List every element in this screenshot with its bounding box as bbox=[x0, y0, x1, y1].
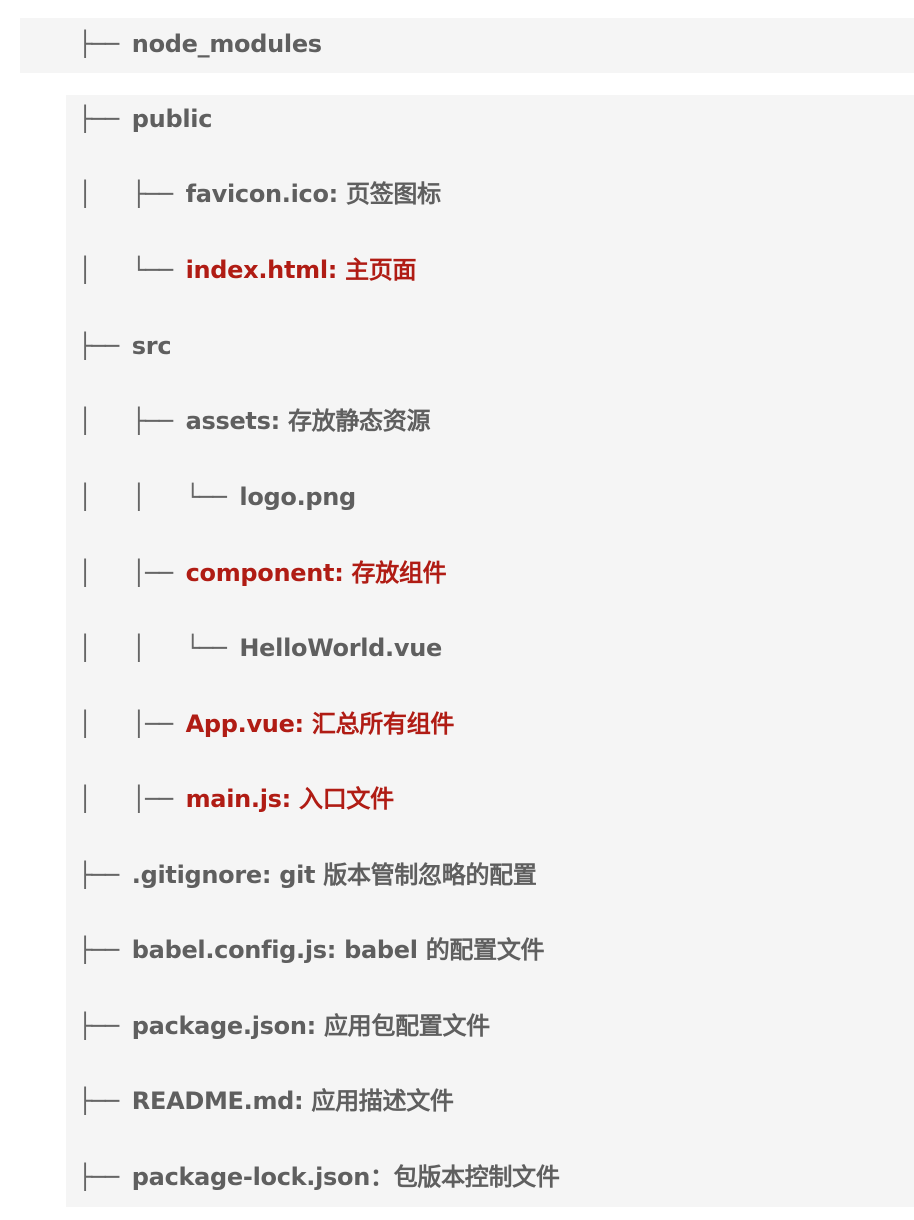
tree-item-label: logo.png bbox=[239, 483, 356, 511]
tree-item-label: App.vue: 汇总所有组件 bbox=[185, 710, 455, 738]
tree-branch-prefix: │ │── bbox=[78, 710, 186, 738]
tree-item: │ └── index.html: 主页面 bbox=[78, 250, 417, 290]
tree-branch-prefix: │ ├── bbox=[78, 407, 186, 435]
tree-item: │ │ └── logo.png bbox=[78, 477, 356, 517]
tree-item-label: component: 存放组件 bbox=[185, 559, 447, 587]
tree-branch-prefix: │ ├── bbox=[78, 180, 186, 208]
tree-item-label: package-lock.json：包版本控制文件 bbox=[131, 1163, 560, 1191]
tree-item: ├── node_modules bbox=[78, 24, 322, 64]
tree-item: │ ├── favicon.ico: 页签图标 bbox=[78, 174, 441, 214]
tree-branch-prefix: ├── bbox=[78, 105, 132, 133]
tree-item-label: .gitignore: git 版本管制忽略的配置 bbox=[131, 861, 537, 889]
tree-item-label: assets: 存放静态资源 bbox=[185, 407, 431, 435]
tree-item: │ │── component: 存放组件 bbox=[78, 553, 447, 593]
tree-item: ├── public bbox=[78, 99, 212, 139]
tree-branch-prefix: │ │ └── bbox=[78, 634, 240, 662]
tree-item-label: favicon.ico: 页签图标 bbox=[185, 180, 442, 208]
tree-item: │ │── App.vue: 汇总所有组件 bbox=[78, 704, 454, 744]
tree-branch-prefix: │ │ └── bbox=[78, 483, 240, 511]
tree-branch-prefix: │ └── bbox=[78, 256, 186, 284]
tree-item-label: README.md: 应用描述文件 bbox=[131, 1087, 454, 1115]
tree-item: │ │── main.js: 入口文件 bbox=[78, 779, 394, 819]
tree-branch-prefix: ├── bbox=[78, 861, 132, 889]
tree-item: ├── package.json: 应用包配置文件 bbox=[78, 1006, 490, 1046]
tree-branch-prefix: │ │── bbox=[78, 559, 186, 587]
tree-item-label: package.json: 应用包配置文件 bbox=[131, 1012, 490, 1040]
tree-item: ├── README.md: 应用描述文件 bbox=[78, 1081, 454, 1121]
tree-item: │ │ └── HelloWorld.vue bbox=[78, 628, 442, 668]
tree-branch-prefix: ├── bbox=[78, 332, 132, 360]
tree-item-label: HelloWorld.vue bbox=[239, 634, 442, 662]
tree-item-label: src bbox=[131, 332, 172, 360]
tree-item-label: public bbox=[131, 105, 213, 133]
tree-item: ├── src bbox=[78, 326, 172, 366]
tree-branch-prefix: ├── bbox=[78, 1012, 132, 1040]
tree-item-label: babel.config.js: babel 的配置文件 bbox=[131, 936, 545, 964]
tree-item-label: node_modules bbox=[131, 30, 322, 58]
tree-item: ├── .gitignore: git 版本管制忽略的配置 bbox=[78, 855, 537, 895]
tree-branch-prefix: ├── bbox=[78, 1163, 132, 1191]
tree-item: ├── babel.config.js: babel 的配置文件 bbox=[78, 930, 545, 970]
tree-branch-prefix: ├── bbox=[78, 1087, 132, 1115]
tree-item-label: main.js: 入口文件 bbox=[185, 785, 395, 813]
tree-item: │ ├── assets: 存放静态资源 bbox=[78, 401, 430, 441]
tree-branch-prefix: │ │── bbox=[78, 785, 186, 813]
tree-branch-prefix: ├── bbox=[78, 936, 132, 964]
tree-branch-prefix: ├── bbox=[78, 30, 132, 58]
tree-item: ├── package-lock.json：包版本控制文件 bbox=[78, 1157, 560, 1197]
tree-item-label: index.html: 主页面 bbox=[185, 256, 417, 284]
